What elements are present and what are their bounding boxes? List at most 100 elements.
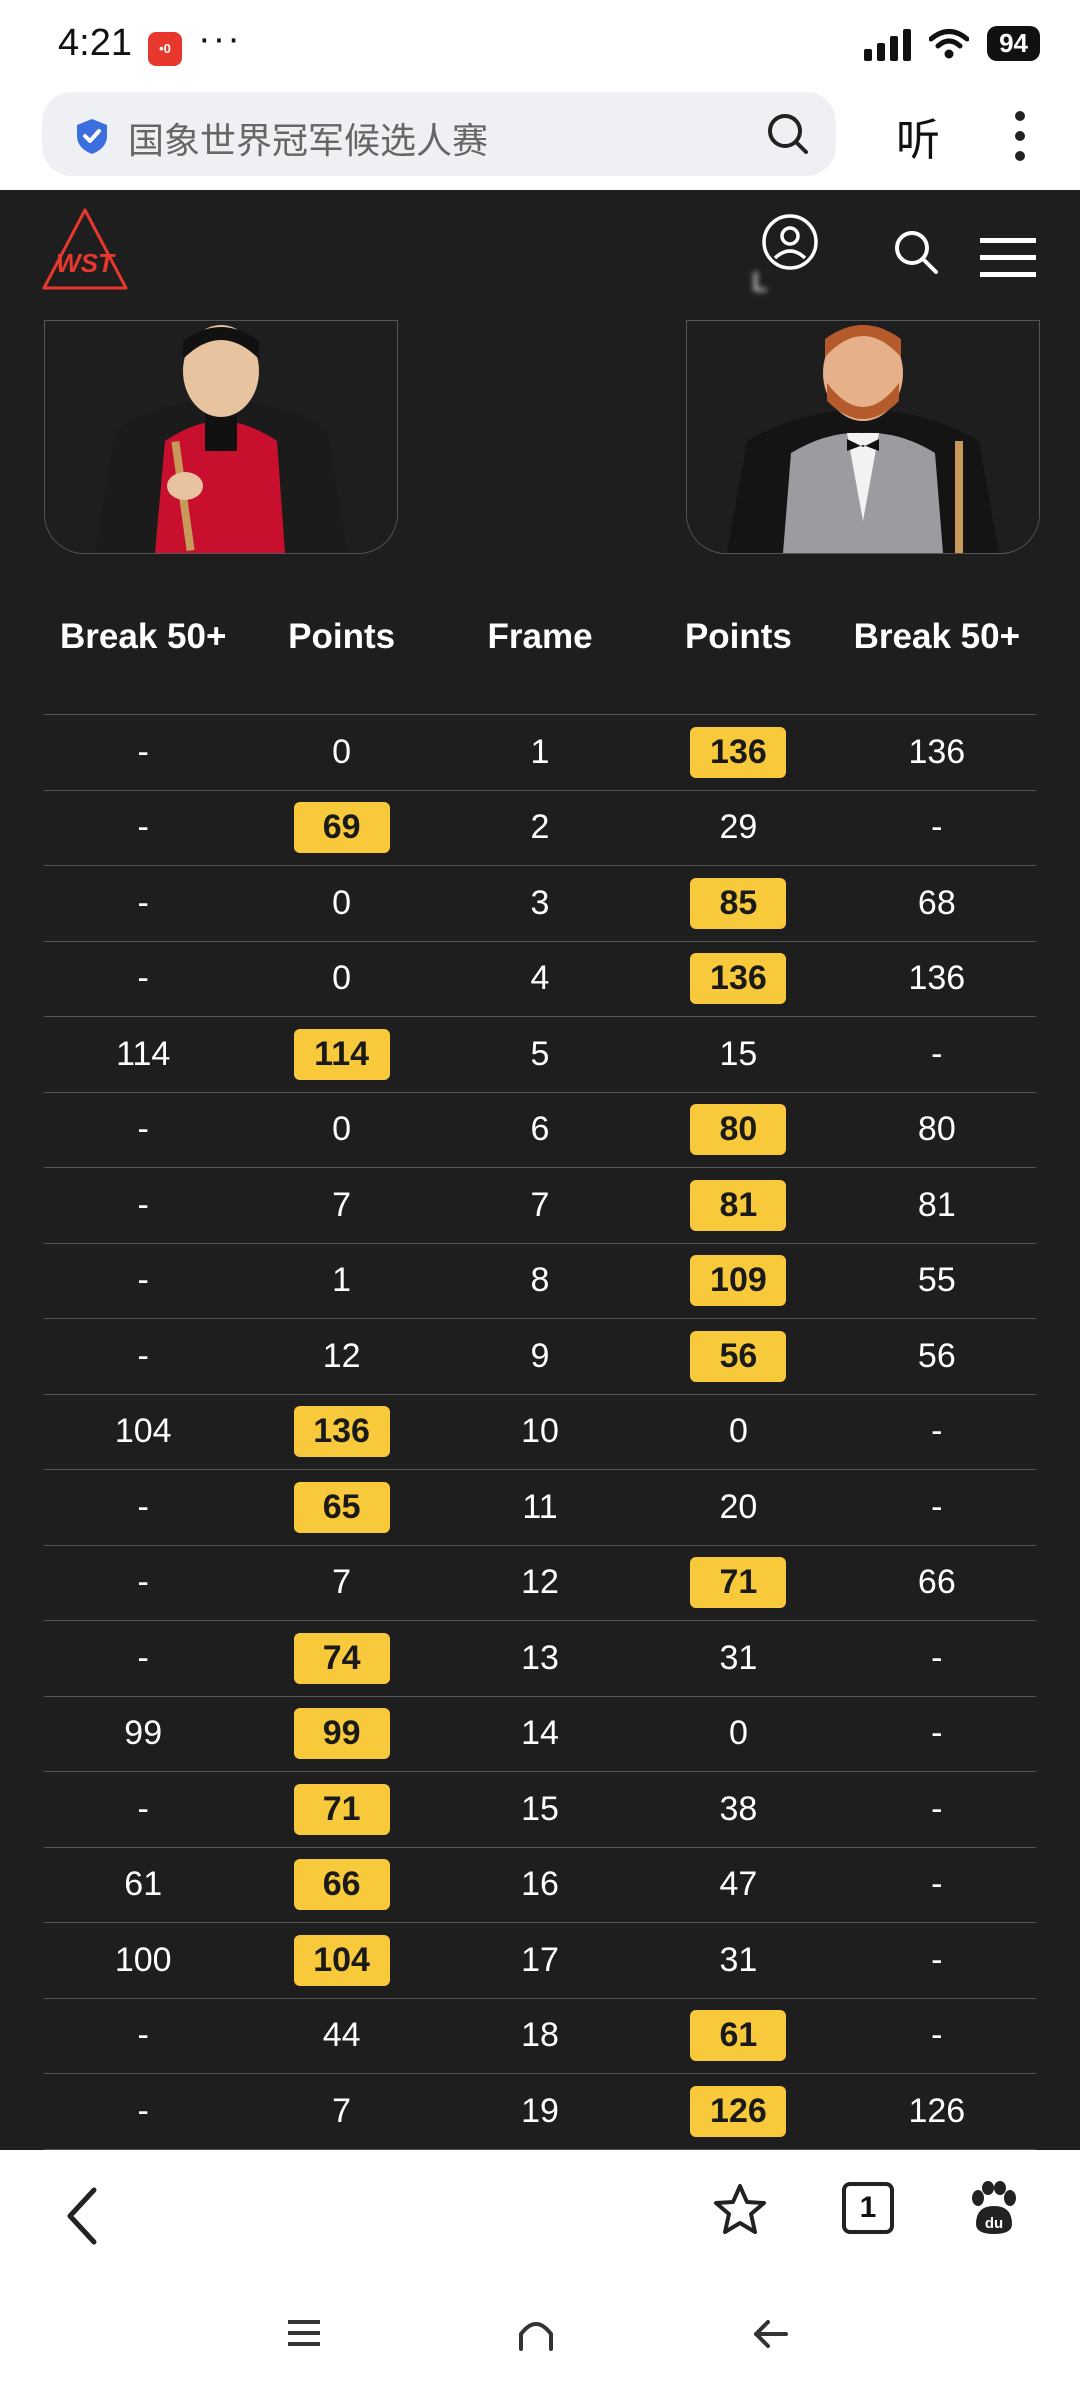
left-points-cell: 0: [242, 953, 440, 1004]
back-icon[interactable]: [62, 2184, 102, 2248]
baidu-paw-icon[interactable]: du: [968, 2180, 1020, 2236]
right-break-cell: 66: [838, 1557, 1036, 1608]
search-icon[interactable]: [766, 112, 810, 156]
left-break-cell: -: [44, 953, 242, 1004]
cell-value: 114: [116, 1034, 171, 1073]
cell-value: -: [137, 2091, 149, 2130]
winning-score-badge: 69: [293, 802, 390, 854]
browser-bottom-bar: 1 du: [0, 2150, 1080, 2400]
right-points-cell: 31: [639, 1633, 837, 1684]
login-label[interactable]: L: [752, 266, 768, 298]
system-back-icon[interactable]: [750, 2316, 790, 2352]
winning-score-badge: 74: [293, 1632, 390, 1684]
winning-score-badge: 65: [293, 1481, 390, 1533]
table-row: - 1 8 109 55: [44, 1244, 1036, 1319]
cell-value: 31: [719, 1638, 758, 1677]
frame-number-cell: 8: [441, 1255, 639, 1306]
more-options-icon[interactable]: [1010, 108, 1030, 164]
winning-score-badge: 81: [690, 1179, 787, 1231]
table-header: Break 50+ Points Frame Points Break 50+: [44, 560, 1036, 715]
right-points-cell: 109: [639, 1255, 837, 1307]
signal-icon: [864, 27, 912, 61]
table-row: - 69 2 29 -: [44, 791, 1036, 866]
table-row: - 65 11 20 -: [44, 1470, 1036, 1546]
frame-number-cell: 1: [441, 727, 639, 778]
left-break-cell: -: [44, 2086, 242, 2137]
header-left-points: Points: [288, 617, 396, 656]
frame-number-cell: 4: [441, 953, 639, 1004]
cell-value: 8: [530, 1261, 550, 1300]
frame-number-cell: 19: [441, 2086, 639, 2137]
cell-value: 0: [728, 1412, 748, 1451]
more-notifications-icon: ···: [198, 18, 242, 60]
right-points-cell: 15: [639, 1029, 837, 1080]
logo-text: WST: [56, 248, 116, 278]
left-points-cell: 104: [242, 1934, 440, 1986]
cell-value: 15: [719, 1034, 758, 1073]
cell-value: 38: [719, 1789, 758, 1828]
winning-score-badge: 104: [293, 1934, 390, 1986]
cell-value: 12: [322, 1336, 361, 1375]
winning-score-badge: 114: [293, 1028, 390, 1080]
left-break-cell: -: [44, 727, 242, 778]
cell-value: 10: [521, 1412, 559, 1451]
site-search-icon[interactable]: [892, 228, 940, 276]
table-row: 114 114 5 15 -: [44, 1017, 1036, 1093]
listen-button[interactable]: 听: [896, 104, 940, 168]
left-points-cell: 7: [242, 2086, 440, 2137]
left-break-cell: -: [44, 2010, 242, 2061]
winning-score-badge: 126: [690, 2085, 787, 2137]
cell-value: -: [137, 1638, 149, 1677]
winning-score-badge: 71: [293, 1783, 390, 1835]
system-home-icon[interactable]: [516, 2316, 556, 2352]
frame-number-cell: 11: [441, 1482, 639, 1533]
table-row: - 44 18 61 -: [44, 1999, 1036, 2074]
table-row: 99 99 14 0 -: [44, 1697, 1036, 1772]
wst-logo[interactable]: WST: [40, 206, 130, 296]
notification-app-icon: •0: [148, 32, 182, 66]
left-points-cell: 65: [242, 1481, 440, 1533]
cell-value: 0: [332, 883, 352, 922]
address-text: 国象世界冠军候选人赛: [128, 121, 489, 162]
cell-value: -: [137, 883, 149, 922]
cell-value: 136: [908, 959, 966, 998]
right-break-cell: 81: [838, 1180, 1036, 1231]
left-points-cell: 74: [242, 1632, 440, 1684]
frame-number-cell: 10: [441, 1406, 639, 1457]
cell-value: 7: [332, 2091, 352, 2130]
left-break-cell: 114: [44, 1029, 242, 1080]
cell-value: -: [931, 808, 943, 847]
system-menu-icon[interactable]: [286, 2318, 322, 2348]
left-break-cell: -: [44, 1557, 242, 1608]
winning-score-badge: 56: [690, 1330, 787, 1382]
address-bar[interactable]: 国象世界冠军候选人赛: [42, 92, 836, 176]
tab-count-button[interactable]: 1: [842, 2182, 894, 2234]
cell-value: -: [931, 1714, 943, 1753]
bookmark-star-icon[interactable]: [712, 2182, 768, 2238]
shield-icon: [77, 119, 107, 154]
frame-number-cell: 17: [441, 1935, 639, 1986]
cell-value: 9: [530, 1336, 550, 1375]
right-points-cell: 38: [639, 1784, 837, 1835]
cell-value: -: [931, 1412, 943, 1451]
winning-score-badge: 99: [293, 1708, 390, 1760]
cell-value: -: [931, 1865, 943, 1904]
frame-number-cell: 14: [441, 1708, 639, 1759]
cell-value: 81: [917, 1185, 956, 1224]
left-break-cell: 104: [44, 1406, 242, 1457]
right-points-cell: 0: [639, 1708, 837, 1759]
left-break-cell: -: [44, 1633, 242, 1684]
cell-value: 0: [332, 959, 352, 998]
hamburger-menu-icon[interactable]: [978, 236, 1038, 280]
right-break-cell: -: [838, 1482, 1036, 1533]
right-break-cell: 56: [838, 1331, 1036, 1382]
left-points-cell: 7: [242, 1180, 440, 1231]
header-right-points: Points: [684, 617, 792, 656]
frame-number-cell: 12: [441, 1557, 639, 1608]
cell-value: -: [137, 1110, 149, 1149]
table-row: - 7 7 81 81: [44, 1168, 1036, 1244]
cell-value: 7: [530, 1185, 550, 1224]
cell-value: -: [931, 1638, 943, 1677]
left-break-cell: -: [44, 1255, 242, 1306]
user-account-icon[interactable]: [760, 212, 820, 272]
